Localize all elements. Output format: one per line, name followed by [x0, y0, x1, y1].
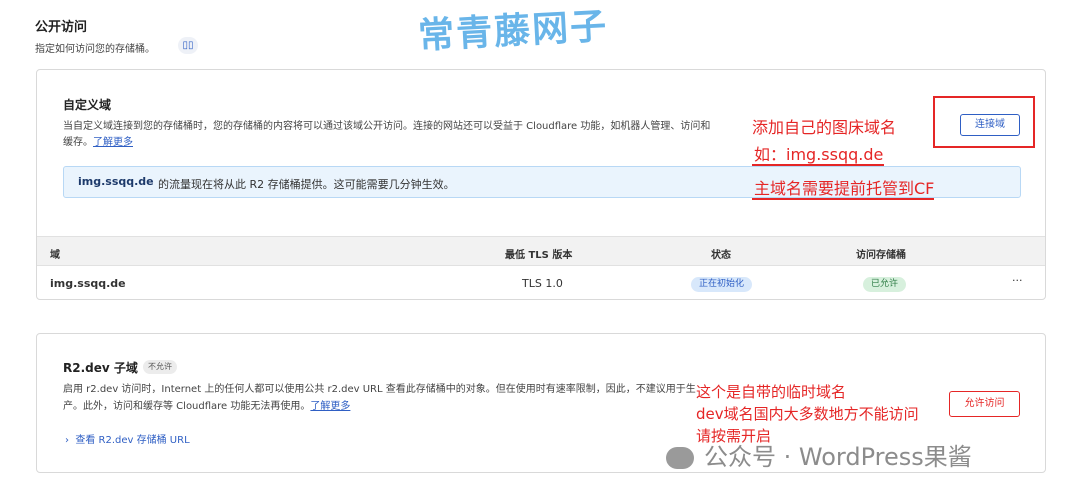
chevron-right-icon: › — [65, 435, 76, 446]
annotation-cf-hosting: 主域名需要提前托管到CF — [754, 179, 935, 198]
view-r2dev-url-link[interactable]: › 查看 R2.dev 存储桶 URL — [65, 431, 190, 446]
banner-message: 的流量现在将从此 R2 存储桶提供。这可能需要几分钟生效。 — [158, 178, 455, 191]
r2dev-description-text: 启用 r2.dev 访问时，Internet 上的任何人都可以使用公共 r2.d… — [63, 384, 696, 412]
annotation-add-domain: 添加自己的图床域名 — [752, 118, 897, 137]
r2dev-learn-more-link[interactable]: 了解更多 — [310, 401, 350, 412]
annotation-underline-2 — [752, 198, 934, 200]
column-bucket-access: 访问存储桶 — [856, 250, 906, 261]
banner-domain: img.ssqq.de — [78, 175, 154, 188]
section-subtitle: 指定如何访问您的存储桶。 — [35, 44, 155, 55]
documentation-icon[interactable]: ▯▯ — [178, 37, 198, 54]
column-status: 状态 — [711, 250, 731, 261]
more-options-icon[interactable]: ··· — [1012, 274, 1023, 287]
custom-domain-description-text: 当自定义域连接到您的存储桶时，您的存储桶的内容将可以通过该域公开访问。连接的网站… — [63, 121, 711, 148]
r2dev-title: R2.dev 子域 — [63, 361, 138, 375]
row-domain: img.ssqq.de — [50, 277, 126, 290]
section-header: 公开访问 — [35, 16, 87, 35]
allow-access-button[interactable]: 允许访问 — [949, 391, 1020, 417]
watermark-bottom-text: 公众号 · WordPress果酱 — [704, 443, 972, 471]
r2dev-description: 启用 r2.dev 访问时，Internet 上的任何人都可以使用公共 r2.d… — [63, 381, 713, 415]
annotation-underline-1 — [752, 164, 884, 166]
r2dev-status-badge: 不允许 — [143, 360, 177, 374]
row-tls: TLS 1.0 — [522, 277, 563, 290]
domain-table-header: 域 最低 TLS 版本 状态 访问存储桶 — [37, 236, 1045, 266]
access-badge: 已允许 — [863, 277, 907, 292]
view-r2dev-url-label: 查看 R2.dev 存储桶 URL — [75, 435, 190, 446]
connect-domain-button[interactable]: 连接域 — [960, 114, 1020, 136]
column-min-tls: 最低 TLS 版本 — [505, 250, 573, 261]
status-badge: 正在初始化 — [691, 277, 753, 292]
annotation-example: 如：img.ssqq.de — [754, 145, 884, 164]
table-row: img.ssqq.de TLS 1.0 正在初始化 已允许 ··· — [37, 268, 1045, 298]
wechat-icon — [666, 447, 694, 469]
custom-domain-description: 当自定义域连接到您的存储桶时，您的存储桶的内容将可以通过该域公开访问。连接的网站… — [63, 119, 713, 151]
annotation-dev-inaccessible: dev域名国内大多数地方不能访问 — [696, 405, 919, 423]
column-domain: 域 — [50, 250, 60, 261]
custom-domain-title: 自定义域 — [63, 98, 112, 112]
watermark-bottom: 公众号 · WordPress果酱 — [666, 437, 972, 472]
learn-more-link[interactable]: 了解更多 — [93, 137, 133, 148]
watermark-top: 常青藤网子 — [417, 6, 610, 57]
annotation-temp-domain: 这个是自带的临时域名 — [696, 383, 847, 401]
section-title: 公开访问 — [35, 20, 88, 35]
